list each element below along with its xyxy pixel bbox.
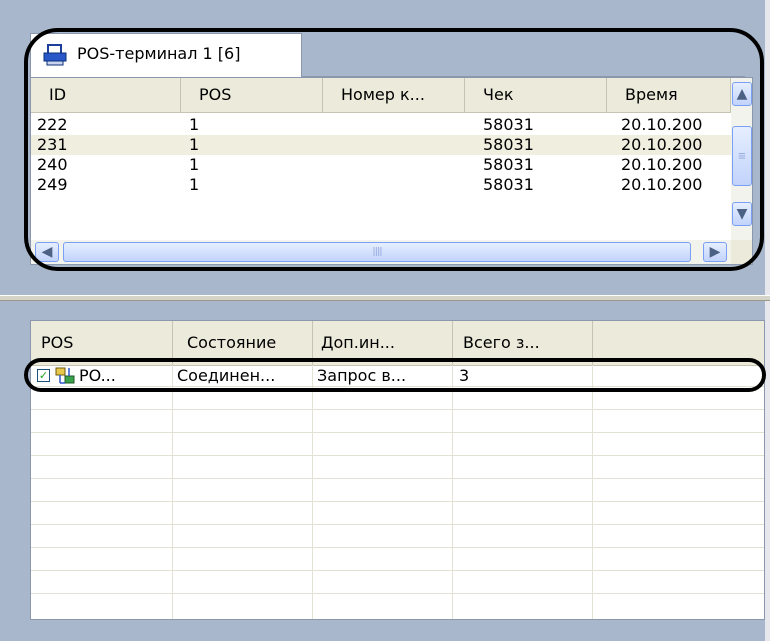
vertical-scrollbar[interactable]: ▲ ≡ ▼	[731, 78, 752, 240]
scroll-corner	[731, 240, 752, 264]
column-header-extra[interactable]: Доп.ин...	[313, 321, 453, 365]
tab-pos-terminal-1[interactable]: POS-терминал 1 [6]	[30, 33, 302, 77]
cell-time: 20.10.200	[621, 155, 703, 174]
table-row-selected[interactable]: 231 1 58031 20.10.200	[31, 135, 731, 155]
vertical-scroll-thumb[interactable]: ≡	[732, 126, 752, 186]
grid-hline	[31, 547, 764, 548]
column-header-total[interactable]: Всего з...	[453, 321, 593, 365]
scroll-left-button[interactable]: ◀	[35, 242, 59, 262]
chevron-up-icon: ▲	[736, 86, 748, 102]
cell-pos: PO...	[79, 366, 116, 385]
grid-hline	[31, 432, 764, 433]
grid-hline	[31, 570, 764, 571]
scroll-down-button[interactable]: ▼	[732, 202, 752, 226]
cell-pos: 1	[189, 175, 200, 194]
top-list-header: ID POS Номер к... Чек Время	[31, 78, 731, 113]
column-header-number[interactable]: Номер к...	[323, 78, 465, 112]
grid-hline	[31, 409, 764, 410]
table-row[interactable]: 222 1 58031 20.10.200	[31, 115, 731, 135]
horizontal-scrollbar[interactable]: ◀ |||| ▶	[31, 240, 752, 264]
column-header-check[interactable]: Чек	[465, 78, 607, 112]
grid-vline	[172, 365, 173, 619]
grid-vline	[312, 365, 313, 619]
cell-id: 231	[37, 135, 68, 154]
cell-time: 20.10.200	[621, 175, 703, 194]
grip-label: ||||	[372, 247, 382, 257]
column-header-empty	[593, 321, 764, 365]
chevron-right-icon: ▶	[709, 244, 721, 260]
scroll-up-button[interactable]: ▲	[732, 82, 752, 106]
top-list-view[interactable]: ID POS Номер к... Чек Время 222 1 58031 …	[30, 77, 753, 265]
top-list-body: 222 1 58031 20.10.200 231 1 58031 20.10.…	[31, 115, 731, 240]
cell-pos: 1	[189, 135, 200, 154]
grid-vline	[592, 365, 593, 619]
scroll-right-button[interactable]: ▶	[703, 242, 727, 262]
cell-time: 20.10.200	[621, 135, 703, 154]
column-header-state[interactable]: Состояние	[173, 321, 313, 365]
cell-id: 222	[37, 115, 68, 134]
cell-id: 240	[37, 155, 68, 174]
cell-state: Соединен...	[177, 366, 276, 385]
grid-hline	[31, 524, 764, 525]
column-header-time[interactable]: Время	[607, 78, 731, 112]
cell-check: 58031	[483, 155, 534, 174]
panel-right-edge-bottom	[765, 301, 770, 641]
panel-right-edge	[765, 0, 770, 295]
grip-icon: ≡	[737, 150, 747, 162]
column-header-pos[interactable]: POS	[31, 321, 173, 365]
grid-hline	[31, 478, 764, 479]
pos-status-list[interactable]: POS Состояние Доп.ин... Всего з... ✓ PO.…	[30, 320, 765, 620]
chevron-down-icon: ▼	[736, 206, 748, 222]
table-row[interactable]: 240 1 58031 20.10.200	[31, 155, 731, 175]
cell-check: 58031	[483, 175, 534, 194]
column-header-pos[interactable]: POS	[181, 78, 323, 112]
pos-checkbox[interactable]: ✓	[37, 369, 50, 382]
cell-check: 58031	[483, 135, 534, 154]
tab-label: POS-терминал 1 [6]	[77, 44, 241, 63]
printer-icon	[43, 44, 67, 66]
cell-pos: 1	[189, 115, 200, 134]
cell-extra: Запрос в...	[317, 366, 407, 385]
chevron-left-icon: ◀	[41, 244, 53, 260]
cell-total: 3	[459, 366, 470, 385]
network-terminal-icon	[55, 367, 75, 385]
table-row[interactable]: 249 1 58031 20.10.200	[31, 175, 731, 195]
column-header-id[interactable]: ID	[31, 78, 181, 112]
bottom-list-header: POS Состояние Доп.ин... Всего з...	[31, 321, 764, 366]
cell-check: 58031	[483, 115, 534, 134]
grid-hline	[31, 386, 764, 387]
horizontal-scroll-thumb[interactable]: ||||	[63, 242, 691, 262]
pos-status-row[interactable]: ✓ PO... Соединен... Запрос в... 3	[31, 366, 764, 386]
grid-vline	[452, 365, 453, 619]
cell-time: 20.10.200	[621, 115, 703, 134]
grid-hline	[31, 501, 764, 502]
cell-pos: 1	[189, 155, 200, 174]
grid-hline	[31, 455, 764, 456]
cell-id: 249	[37, 175, 68, 194]
grid-hline	[31, 593, 764, 594]
